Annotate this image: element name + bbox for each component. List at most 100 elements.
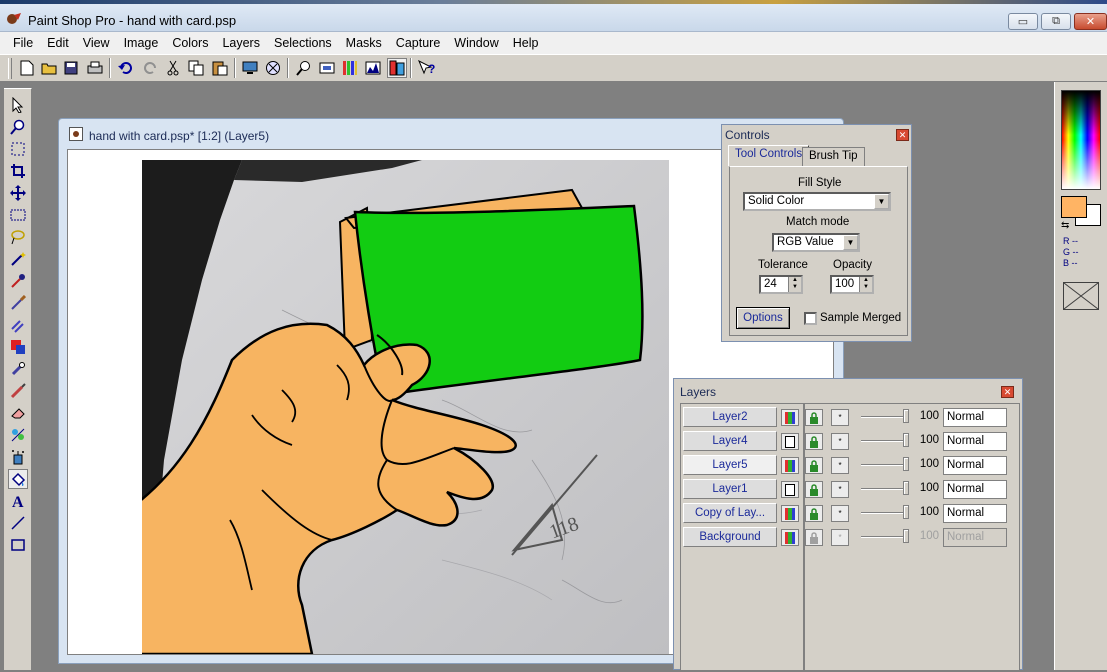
foreground-color-swatch[interactable]	[1061, 196, 1087, 218]
spinner-arrows-icon[interactable]: ▲ ▼	[788, 277, 801, 292]
save-icon[interactable]	[61, 58, 81, 78]
layer-opacity-slider-track[interactable]	[861, 488, 907, 490]
copy-icon[interactable]	[186, 58, 206, 78]
airbrush-icon[interactable]	[8, 447, 28, 467]
close-button[interactable]: ✕	[1074, 13, 1107, 30]
menu-view[interactable]: View	[76, 32, 117, 54]
magic-wand-icon[interactable]	[8, 249, 28, 269]
layers-close-icon[interactable]: ✕	[1001, 386, 1014, 398]
layer-opacity-slider-thumb[interactable]	[903, 409, 909, 423]
open-icon[interactable]	[39, 58, 59, 78]
color-replacer-icon[interactable]	[8, 337, 28, 357]
lock-icon[interactable]	[805, 481, 823, 498]
blend-mode-select[interactable]: Normal	[943, 504, 1007, 523]
print-icon[interactable]	[85, 58, 105, 78]
overview-icon[interactable]	[317, 58, 337, 78]
window-title-bar[interactable]: Paint Shop Pro - hand with card.psp ▭ ⧉ …	[0, 4, 1107, 32]
visibility-toggle-icon[interactable]	[781, 433, 799, 450]
text-tool-icon[interactable]: A	[8, 491, 28, 511]
lock-icon[interactable]	[805, 433, 823, 450]
undo-icon[interactable]	[116, 58, 136, 78]
visibility-toggle-icon[interactable]	[781, 409, 799, 426]
link-icon[interactable]: *	[831, 505, 849, 522]
layer-opacity-slider-thumb[interactable]	[903, 505, 909, 519]
controls-close-icon[interactable]: ✕	[896, 129, 909, 141]
menu-layers[interactable]: Layers	[215, 32, 267, 54]
menu-image[interactable]: Image	[117, 32, 166, 54]
visibility-toggle-icon[interactable]	[781, 505, 799, 522]
layer-name-button[interactable]: Layer4	[683, 431, 777, 451]
dropper-icon[interactable]	[8, 271, 28, 291]
freehand-tool-icon[interactable]	[8, 227, 28, 247]
color-spectrum[interactable]	[1061, 90, 1101, 190]
mover-tool-icon[interactable]	[8, 183, 28, 203]
cut-icon[interactable]	[163, 58, 183, 78]
menu-help[interactable]: Help	[506, 32, 546, 54]
layer-name-button[interactable]: Layer2	[683, 407, 777, 427]
lock-icon[interactable]	[805, 505, 823, 522]
menu-file[interactable]: File	[6, 32, 40, 54]
browse-icon[interactable]	[263, 58, 283, 78]
layer-opacity-slider-thumb[interactable]	[903, 457, 909, 471]
layer-name-button[interactable]: Layer1	[683, 479, 777, 499]
blend-mode-select[interactable]: Normal	[943, 456, 1007, 475]
toggle-palettes-icon[interactable]	[387, 58, 407, 78]
match-mode-select[interactable]: RGB Value ▼	[772, 233, 860, 252]
crop-tool-icon[interactable]	[8, 161, 28, 181]
eraser-icon[interactable]	[8, 403, 28, 423]
layer-opacity-slider-track[interactable]	[861, 416, 907, 418]
histogram-icon[interactable]	[340, 58, 360, 78]
help-icon[interactable]: ?	[417, 58, 437, 78]
layer-row[interactable]: Background * 100 Normal	[681, 526, 1021, 548]
opacity-spinner[interactable]: 100 ▲ ▼	[830, 275, 874, 294]
paste-icon[interactable]	[210, 58, 230, 78]
layer-row[interactable]: Layer1 * 100 Normal	[681, 478, 1021, 500]
layer-name-button[interactable]: Layer5	[683, 455, 777, 475]
layer-name-button[interactable]: Background	[683, 527, 777, 547]
shapes-tool-icon[interactable]	[8, 535, 28, 555]
layer-name-button[interactable]: Copy of Lay...	[683, 503, 777, 523]
paint-brush-icon[interactable]	[8, 293, 28, 313]
sample-merged-checkbox[interactable]	[804, 312, 817, 325]
scratch-remover-icon[interactable]	[8, 381, 28, 401]
arrow-tool-icon[interactable]	[8, 95, 28, 115]
selection-tool-icon[interactable]	[8, 205, 28, 225]
blend-mode-select[interactable]: Normal	[943, 480, 1007, 499]
layer-row[interactable]: Layer2 * 100 Normal	[681, 406, 1021, 428]
menu-capture[interactable]: Capture	[389, 32, 447, 54]
new-icon[interactable]	[17, 58, 37, 78]
line-tool-icon[interactable]	[8, 513, 28, 533]
blend-mode-select[interactable]: Normal	[943, 408, 1007, 427]
flood-fill-icon[interactable]	[8, 469, 28, 489]
link-icon[interactable]: *	[831, 409, 849, 426]
toolbar-grip[interactable]	[8, 58, 12, 79]
picture-tube-icon[interactable]	[8, 425, 28, 445]
layer-opacity-slider-track[interactable]	[861, 512, 907, 514]
lock-icon[interactable]	[805, 457, 823, 474]
layer-opacity-slider-track[interactable]	[861, 440, 907, 442]
menu-masks[interactable]: Masks	[339, 32, 389, 54]
layer-row[interactable]: Copy of Lay... * 100 Normal	[681, 502, 1021, 524]
spinner-arrows-icon[interactable]: ▲ ▼	[859, 277, 872, 292]
layer-row[interactable]: Layer4 * 100 Normal	[681, 430, 1021, 452]
layer-opacity-slider-thumb[interactable]	[903, 481, 909, 495]
no-color-icon[interactable]	[1063, 282, 1099, 310]
options-button[interactable]: Options	[736, 307, 790, 329]
zoom-icon[interactable]	[294, 58, 314, 78]
menu-edit[interactable]: Edit	[40, 32, 76, 54]
menu-window[interactable]: Window	[447, 32, 505, 54]
visibility-toggle-icon[interactable]	[781, 481, 799, 498]
link-icon[interactable]: *	[831, 481, 849, 498]
visibility-toggle-icon[interactable]	[781, 529, 799, 546]
tab-brush-tip[interactable]: Brush Tip	[802, 147, 865, 166]
blend-mode-select[interactable]: Normal	[943, 432, 1007, 451]
layer-row-selected[interactable]: Layer5 * 100 Normal	[681, 454, 1021, 476]
menu-colors[interactable]: Colors	[165, 32, 215, 54]
zoom-tool-icon[interactable]	[8, 117, 28, 137]
layer-opacity-slider-thumb[interactable]	[903, 433, 909, 447]
color-icon[interactable]	[363, 58, 383, 78]
retouch-icon[interactable]	[8, 359, 28, 379]
tolerance-spinner[interactable]: 24 ▲ ▼	[759, 275, 803, 294]
screen-icon[interactable]	[240, 58, 260, 78]
redo-icon[interactable]	[140, 58, 160, 78]
